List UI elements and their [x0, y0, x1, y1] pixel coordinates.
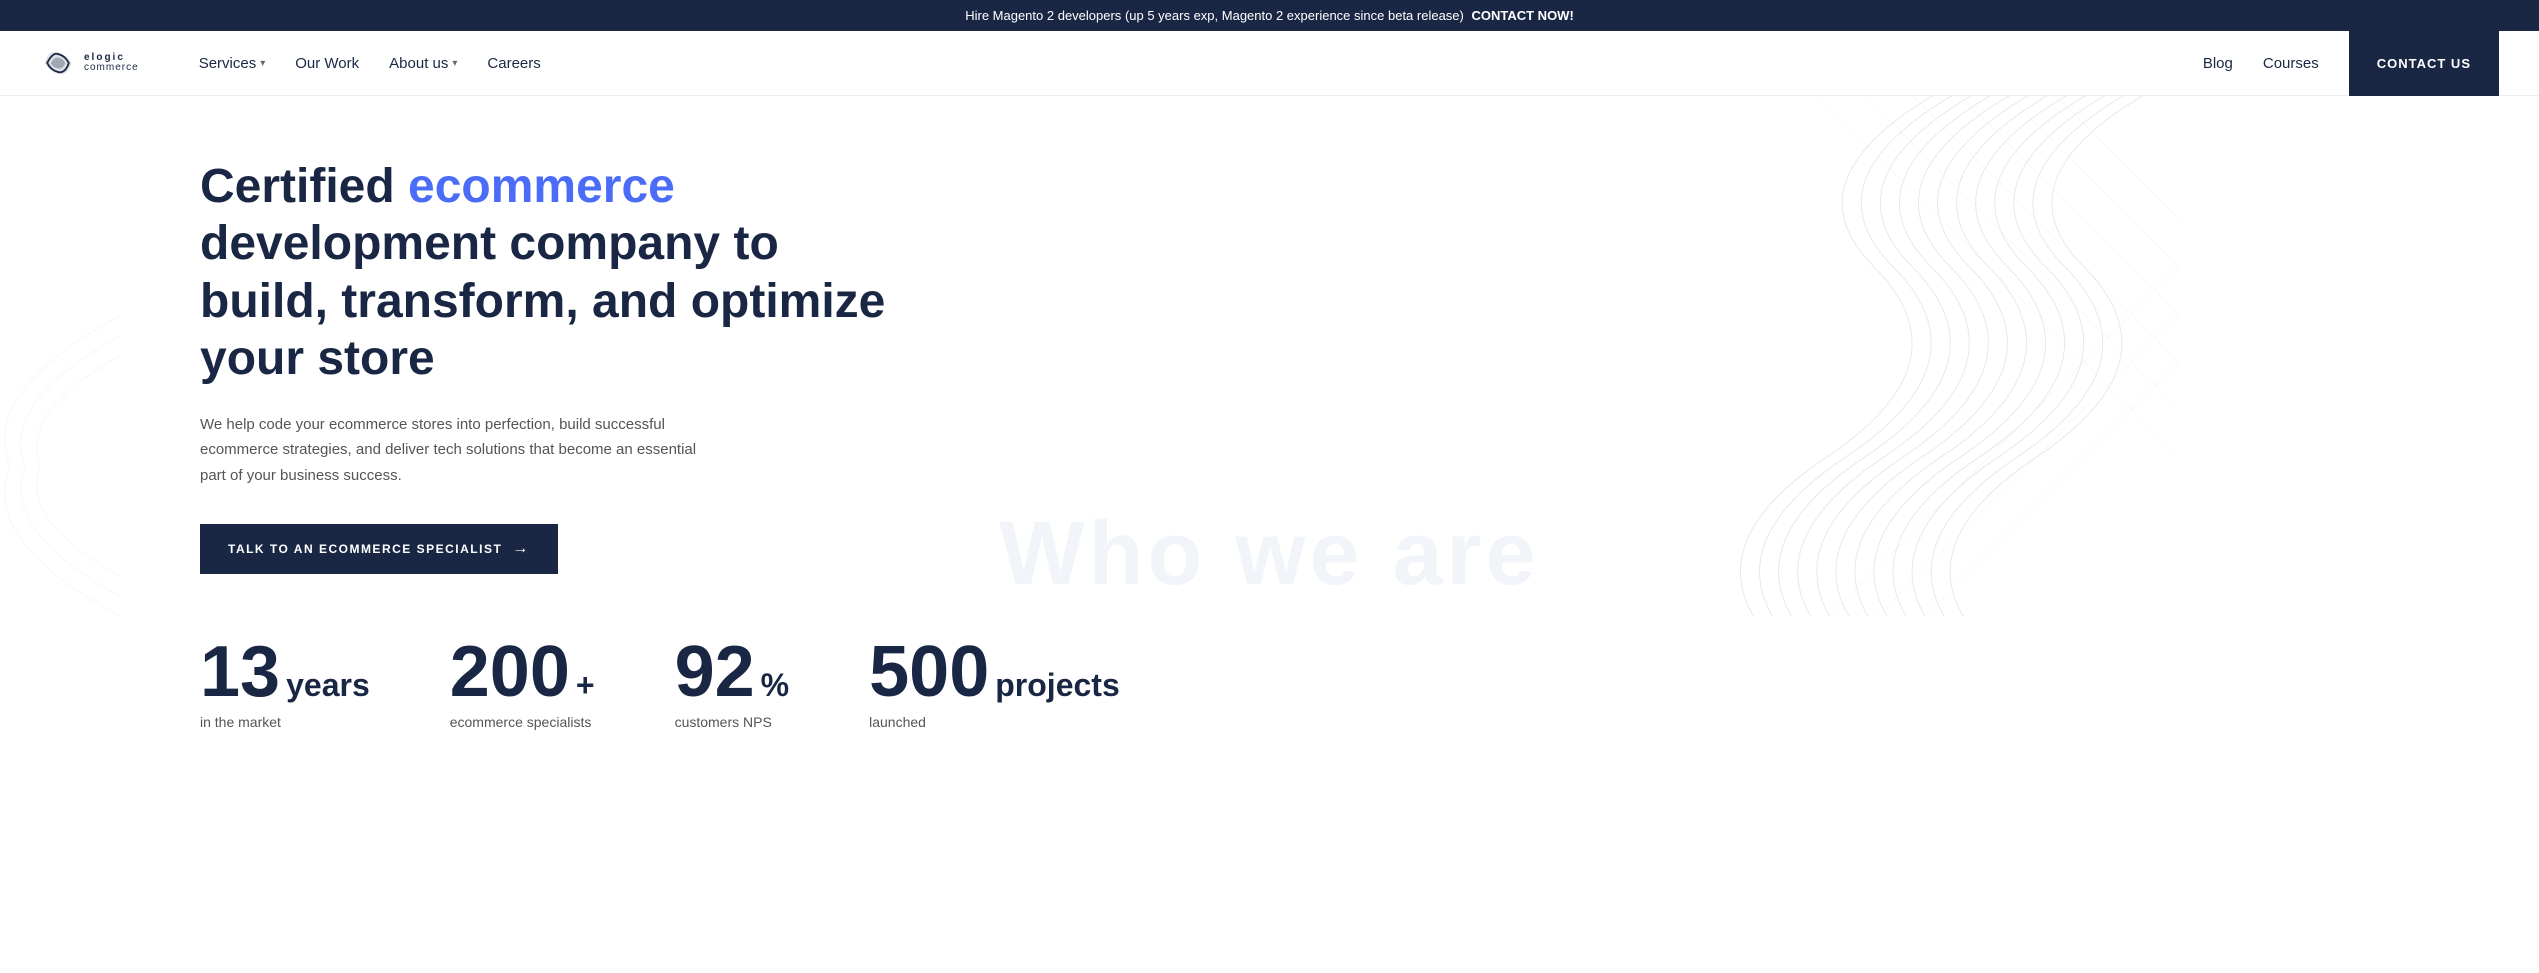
stat-projects-number: 500: [869, 636, 989, 708]
stat-nps-number: 92: [675, 636, 755, 708]
hero-section: Certified ecommerce development company …: [0, 96, 2539, 616]
stat-nps-row: 92 %: [675, 636, 790, 708]
hero-title-before: Certified: [200, 160, 408, 213]
stat-specialists-row: 200 +: [450, 636, 595, 708]
left-arc-decoration: [0, 316, 120, 616]
navbar: elogic commerce Services ▾ Our Work Abou…: [0, 31, 2539, 96]
contact-us-button[interactable]: CONTACT US: [2349, 31, 2499, 96]
nav-our-work[interactable]: Our Work: [295, 55, 359, 72]
chevron-down-icon-about: ▾: [452, 58, 457, 69]
nav-blog[interactable]: Blog: [2203, 55, 2233, 72]
banner-text-paren: (up 5 years exp, Magento 2 experience si…: [1125, 8, 1464, 23]
hero-title-accent: ecommerce: [408, 160, 675, 213]
top-banner: Hire Magento 2 developers (up 5 years ex…: [0, 0, 2539, 31]
hero-description: We help code your ecommerce stores into …: [200, 412, 720, 489]
nav-about-us[interactable]: About us ▾: [389, 55, 457, 72]
stat-nps-unit: %: [761, 667, 789, 704]
stat-specialists-label: ecommerce specialists: [450, 714, 595, 730]
hero-bg-decoration: [1036, 96, 2539, 616]
logo-text: elogic commerce: [84, 53, 139, 73]
nav-courses[interactable]: Courses: [2263, 55, 2319, 72]
stat-nps-label: customers NPS: [675, 714, 790, 730]
banner-text-before: Hire Magento 2 developers: [965, 8, 1121, 23]
stat-years: 13 years in the market: [200, 636, 370, 730]
navbar-left: elogic commerce Services ▾ Our Work Abou…: [40, 45, 541, 81]
chevron-down-icon: ▾: [260, 58, 265, 69]
logo[interactable]: elogic commerce: [40, 45, 139, 81]
stat-specialists-number: 200: [450, 636, 570, 708]
hero-content: Certified ecommerce development company …: [200, 158, 900, 575]
stat-years-number: 13: [200, 636, 280, 708]
stat-nps: 92 % customers NPS: [675, 636, 790, 730]
hero-title-after: development company to build, transform,…: [200, 217, 885, 385]
nav-links: Services ▾ Our Work About us ▾ Careers: [199, 55, 541, 72]
stats-section: 13 years in the market 200 + ecommerce s…: [0, 616, 2539, 790]
hero-cta-label: TALK TO AN ECOMMERCE SPECIALIST: [228, 542, 502, 556]
stat-projects-label: launched: [869, 714, 1120, 730]
arrow-right-icon: →: [512, 540, 530, 558]
nav-careers[interactable]: Careers: [487, 55, 540, 72]
stat-years-label: in the market: [200, 714, 370, 730]
nav-services[interactable]: Services ▾: [199, 55, 266, 72]
stat-years-unit: years: [286, 667, 370, 704]
navbar-right: Blog Courses CONTACT US: [2203, 31, 2499, 96]
stat-projects-row: 500 projects: [869, 636, 1120, 708]
stat-years-row: 13 years: [200, 636, 370, 708]
stat-projects-unit: projects: [995, 667, 1119, 704]
logo-text-bottom: commerce: [84, 63, 139, 73]
stat-projects: 500 projects launched: [869, 636, 1120, 730]
hero-cta-button[interactable]: TALK TO AN ECOMMERCE SPECIALIST →: [200, 524, 558, 574]
logo-icon: [40, 45, 76, 81]
stat-specialists-unit: +: [576, 667, 595, 704]
hero-title: Certified ecommerce development company …: [200, 158, 900, 388]
banner-cta-link[interactable]: CONTACT NOW!: [1471, 8, 1573, 23]
stat-specialists: 200 + ecommerce specialists: [450, 636, 595, 730]
